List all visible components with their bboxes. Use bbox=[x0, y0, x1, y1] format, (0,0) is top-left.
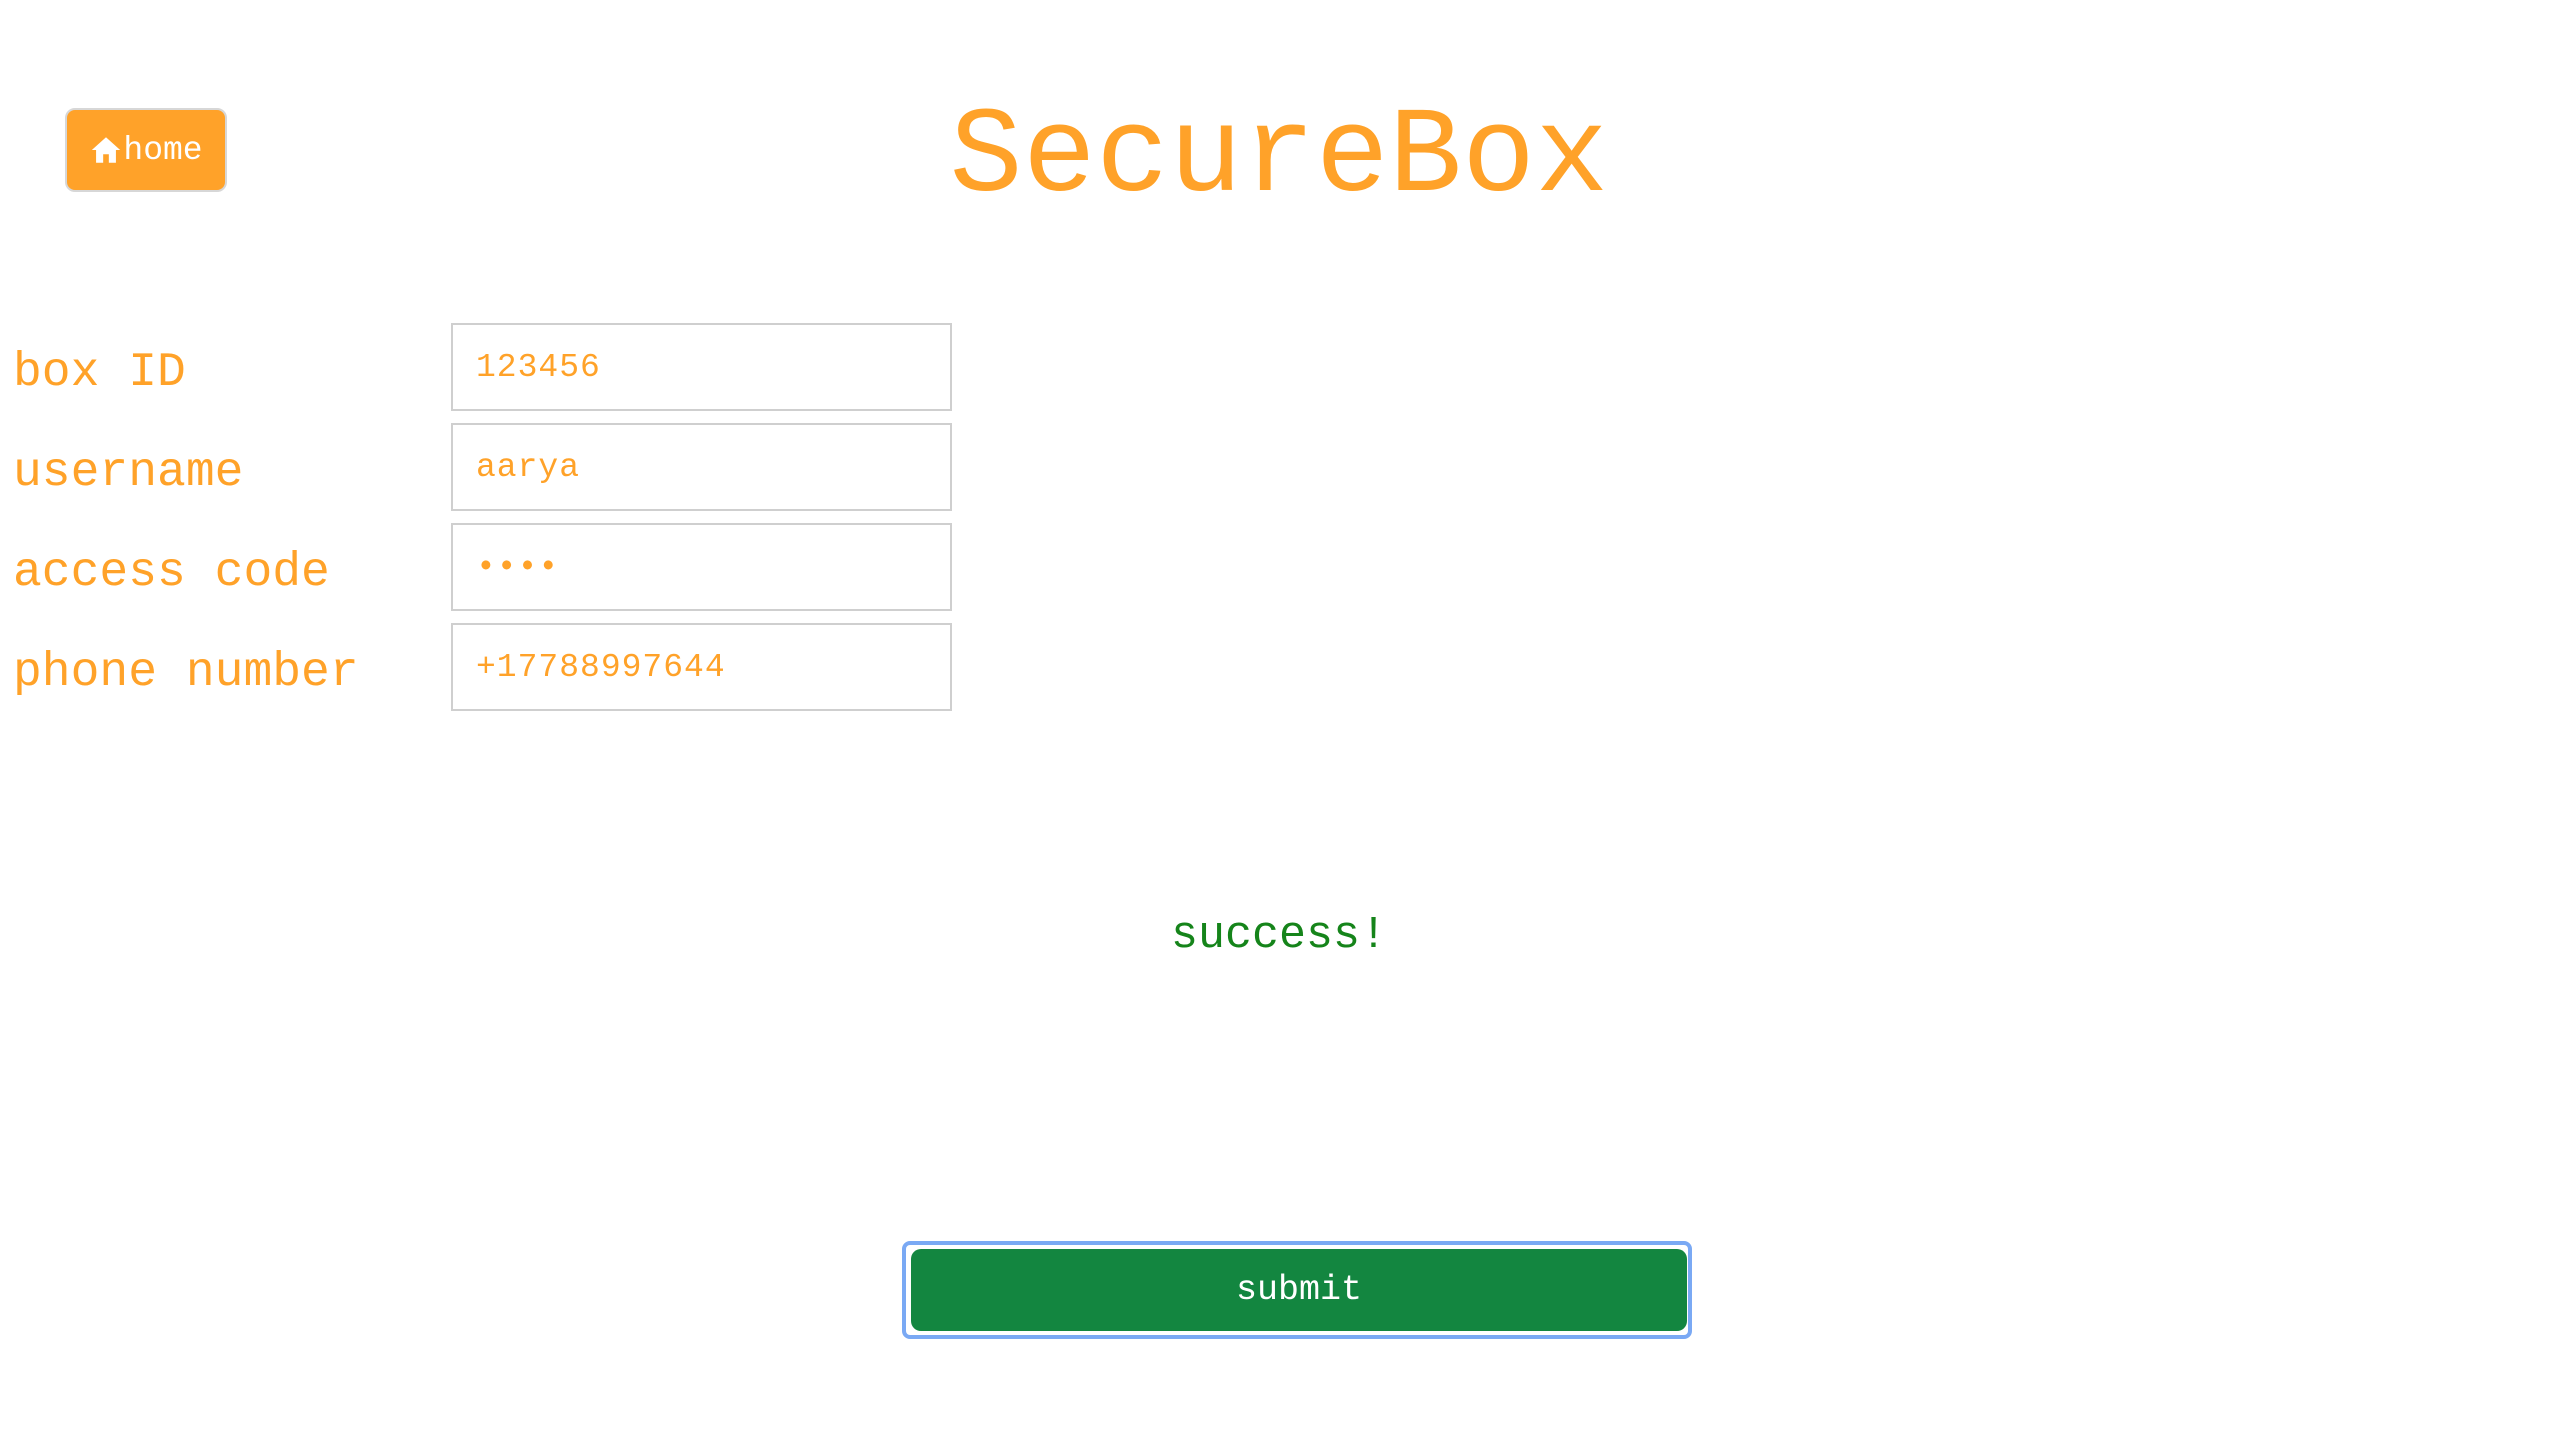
username-label: username bbox=[13, 446, 244, 500]
submit-button[interactable]: submit bbox=[911, 1249, 1687, 1331]
phone-number-label: phone number bbox=[13, 646, 359, 700]
box-id-input[interactable] bbox=[451, 323, 952, 411]
phone-number-input[interactable] bbox=[451, 623, 952, 711]
access-code-input[interactable] bbox=[451, 523, 952, 611]
phone-number-row: phone number bbox=[0, 623, 960, 711]
box-id-row: box ID bbox=[0, 323, 960, 411]
access-code-row: access code bbox=[0, 523, 960, 611]
page-title: SecureBox bbox=[949, 88, 1609, 227]
status-message: success! bbox=[1170, 910, 1388, 961]
box-id-label: box ID bbox=[13, 346, 186, 400]
username-input[interactable] bbox=[451, 423, 952, 511]
access-code-label: access code bbox=[13, 546, 330, 600]
username-row: username bbox=[0, 423, 960, 511]
